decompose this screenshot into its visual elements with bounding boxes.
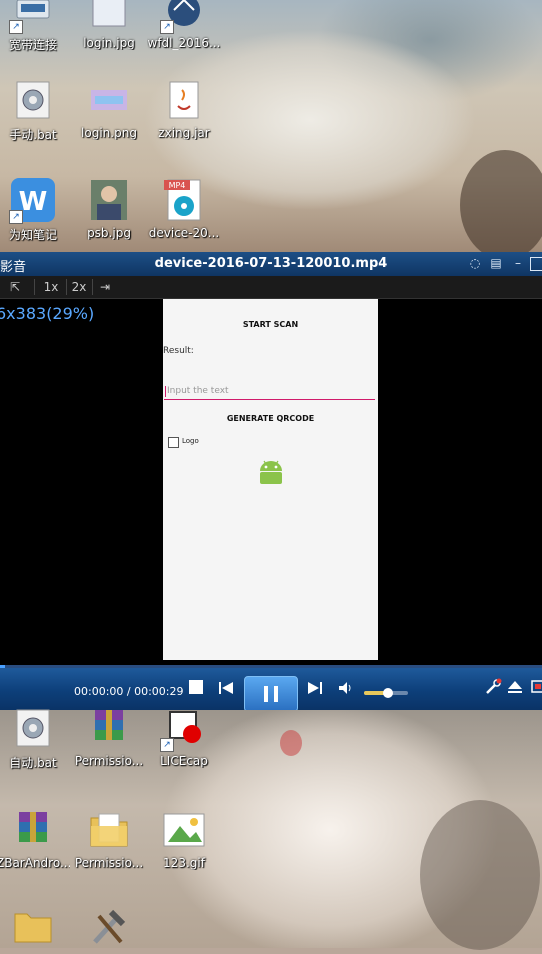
text-input[interactable]: Input the text xyxy=(164,385,375,400)
desktop-icon-permission-folder[interactable]: Permissio... xyxy=(72,806,146,870)
desktop-icon-label: login.jpg xyxy=(83,36,135,50)
desktop-icon-tools-partial[interactable] xyxy=(72,902,146,950)
desktop-icon-permission-archive[interactable]: Permissio... xyxy=(72,704,146,768)
gif-image-icon xyxy=(160,806,208,854)
generate-qrcode-button[interactable]: GENERATE QRCODE xyxy=(163,414,378,423)
broadband-connection-icon: ↗ xyxy=(9,0,57,34)
shortcut-arrow-icon: ↗ xyxy=(9,210,23,224)
shortcut-arrow-icon: ↗ xyxy=(9,20,23,34)
desktop-icon-label: login.png xyxy=(81,126,137,140)
toolbar-divider xyxy=(92,279,93,295)
resolution-info: 6x383(29%) xyxy=(0,304,95,323)
start-scan-button[interactable]: START SCAN xyxy=(163,320,378,329)
winrar-archive-icon xyxy=(9,806,57,854)
stop-button[interactable] xyxy=(189,680,203,694)
wiz-note-icon: W ↗ xyxy=(9,176,57,224)
screenshot-icon[interactable]: ⇱ xyxy=(4,279,26,295)
fit-width-icon[interactable]: ⇥ xyxy=(94,279,116,295)
desktop-icon-auto-bat[interactable]: 自动.bat xyxy=(0,704,70,771)
desktop-icon-psb-jpg[interactable]: psb.jpg xyxy=(72,176,146,240)
desktop-icon-licecap[interactable]: ↗ LICEcap xyxy=(147,704,221,768)
logo-checkbox[interactable] xyxy=(168,437,179,448)
toolbar-divider xyxy=(34,279,35,295)
desktop-icon-label: device-20... xyxy=(148,226,220,240)
shortcut-arrow-icon: ↗ xyxy=(160,738,174,752)
playlist-icon[interactable]: ▤ xyxy=(488,255,504,271)
toolbar-divider xyxy=(66,279,67,295)
wallpaper-hair xyxy=(460,150,542,260)
volume-slider-handle[interactable] xyxy=(383,688,394,698)
desktop-icon-zbar-archive[interactable]: ZBarAndro... xyxy=(0,806,70,870)
phone-screen: START SCAN Result: Input the text GENERA… xyxy=(163,299,378,660)
desktop-icon-123-gif[interactable]: 123.gif xyxy=(147,806,221,870)
volume-slider[interactable] xyxy=(364,688,408,698)
result-label: Result: xyxy=(163,346,194,356)
winrar-archive-icon xyxy=(85,704,133,752)
mp4-video-icon: MP4 xyxy=(160,176,208,224)
folder-icon xyxy=(85,806,133,854)
folder-icon xyxy=(9,902,57,950)
text-input-placeholder: Input the text xyxy=(167,386,229,396)
image-file-icon xyxy=(85,76,133,124)
desktop-icon-label: 为知笔记 xyxy=(8,228,57,242)
tools-icon[interactable] xyxy=(484,678,502,696)
eject-icon[interactable] xyxy=(507,679,523,695)
desktop-icon-label: 宽带连接 xyxy=(8,38,57,52)
desktop-icon-label: 手动.bat xyxy=(9,128,57,142)
photo-file-icon xyxy=(85,176,133,224)
licecap-icon: ↗ xyxy=(160,704,208,752)
wallpaper-detail xyxy=(280,730,302,756)
batch-file-icon xyxy=(9,704,57,752)
video-player-window[interactable]: 影音 device-2016-07-13-120010.mp4 ◌ ▤ – ⇱ … xyxy=(0,252,542,712)
desktop-icon-wiznote[interactable]: W ↗ 为知笔记 xyxy=(0,176,70,243)
tools-icon xyxy=(85,902,133,950)
svg-text:MP4: MP4 xyxy=(169,181,186,190)
next-button[interactable] xyxy=(307,680,323,696)
fullscreen-icon[interactable] xyxy=(530,679,542,695)
logo-checkbox-label: Logo xyxy=(182,437,199,445)
wallpaper-shadow xyxy=(420,800,540,950)
desktop-icon-label: 自动.bat xyxy=(9,756,57,770)
desktop-icon-label: zxing.jar xyxy=(158,126,210,140)
desktop-icon-label: LICEcap xyxy=(160,754,208,768)
java-jar-icon xyxy=(160,76,208,124)
text-cursor xyxy=(165,386,166,397)
shortcut-arrow-icon: ↗ xyxy=(160,20,174,34)
pause-icon xyxy=(264,686,278,702)
image-file-icon xyxy=(85,0,133,34)
previous-button[interactable] xyxy=(218,680,234,696)
desktop-icon-label: wfdl_2016... xyxy=(147,36,221,50)
desktop-icon-label: ZBarAndro... xyxy=(0,856,70,870)
volume-icon[interactable] xyxy=(337,680,353,696)
time-display: 00:00:00 / 00:00:29 xyxy=(74,685,184,698)
chat-bubble-icon[interactable]: ◌ xyxy=(467,255,483,271)
desktop-icon-folder-partial[interactable] xyxy=(0,902,70,950)
player-toolbar: ⇱ 1x 2x ⇥ xyxy=(0,276,542,299)
desktop-icon-manual-bat[interactable]: 手动.bat xyxy=(0,76,70,143)
desktop-icon-broadband[interactable]: ↗ 宽带连接 xyxy=(0,0,70,53)
desktop-icon-label: Permissio... xyxy=(74,754,144,768)
desktop-icon-label: psb.jpg xyxy=(87,226,131,240)
batch-file-icon xyxy=(9,76,57,124)
player-title-bar[interactable]: 影音 device-2016-07-13-120010.mp4 ◌ ▤ – xyxy=(0,252,542,276)
speed-1x-button[interactable]: 1x xyxy=(40,279,62,295)
desktop-icon-login-jpg[interactable]: login.jpg xyxy=(72,0,146,50)
desktop-icon-device-mp4[interactable]: MP4 device-20... xyxy=(147,176,221,240)
maximize-button[interactable] xyxy=(530,257,542,271)
desktop-icon-login-png[interactable]: login.png xyxy=(72,76,146,140)
app-shortcut-icon: ↗ xyxy=(160,0,208,34)
desktop-icon-label: Permissio... xyxy=(74,856,144,870)
player-file-title: device-2016-07-13-120010.mp4 xyxy=(154,256,388,271)
minimize-button[interactable]: – xyxy=(510,255,526,271)
android-robot-icon xyxy=(260,460,282,484)
desktop-icon-zxing-jar[interactable]: zxing.jar xyxy=(147,76,221,140)
desktop-icon-label: 123.gif xyxy=(163,856,205,870)
speed-2x-button[interactable]: 2x xyxy=(68,279,90,295)
pause-button[interactable] xyxy=(244,676,298,712)
desktop-icon-wfdl[interactable]: ↗ wfdl_2016... xyxy=(147,0,221,50)
